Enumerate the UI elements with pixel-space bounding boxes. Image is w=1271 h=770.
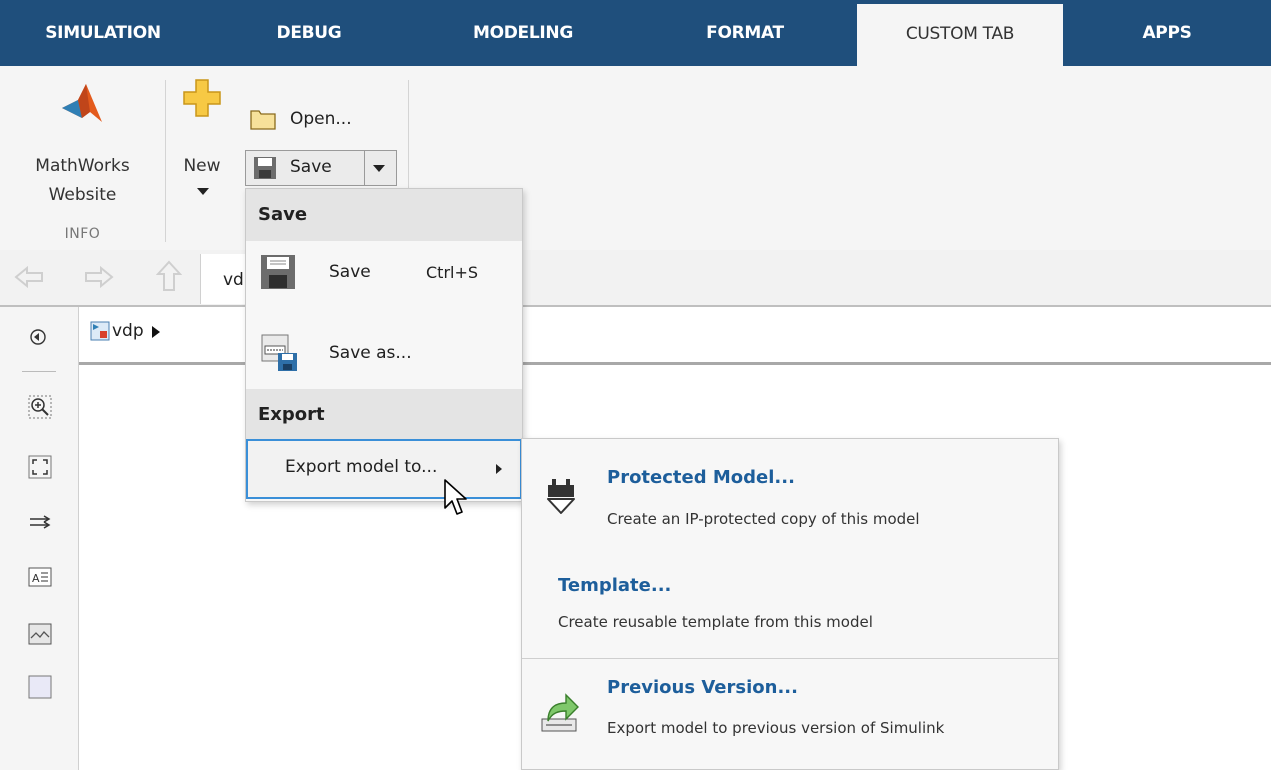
forward-arrow-icon[interactable] bbox=[84, 266, 114, 288]
template-title: Template... bbox=[558, 575, 672, 596]
export-item-label: Export model to... bbox=[285, 457, 438, 477]
mathworks-label-line1: MathWorks bbox=[35, 156, 130, 176]
annotation-icon[interactable]: A bbox=[28, 567, 52, 587]
info-section-label: INFO bbox=[64, 226, 101, 242]
protected-model-item[interactable]: Protected Model... Create an IP-protecte… bbox=[522, 439, 1058, 549]
toolstrip-divider-2 bbox=[408, 80, 409, 200]
breadcrumb-model[interactable]: vdp bbox=[112, 321, 144, 341]
new-button[interactable]: New bbox=[172, 66, 240, 216]
toolstrip-divider bbox=[165, 80, 166, 242]
open-label: Open... bbox=[290, 109, 352, 129]
back-arrow-icon[interactable] bbox=[14, 266, 44, 288]
svg-text:A: A bbox=[32, 572, 40, 585]
save-dropdown-menu: Save Save Ctrl+S Save as... Export Expor… bbox=[245, 188, 523, 502]
export-submenu: Protected Model... Create an IP-protecte… bbox=[521, 438, 1059, 770]
previous-version-icon bbox=[541, 693, 579, 732]
previous-version-desc: Export model to previous version of Simu… bbox=[607, 719, 945, 737]
save-as-menu-item[interactable]: Save as... bbox=[246, 325, 522, 383]
up-arrow-icon[interactable] bbox=[156, 260, 182, 292]
protected-model-title: Protected Model... bbox=[607, 467, 795, 488]
route-lines-icon[interactable] bbox=[28, 512, 52, 532]
protected-model-desc: Create an IP-protected copy of this mode… bbox=[607, 510, 920, 528]
mathworks-label-line2: Website bbox=[48, 185, 117, 205]
editor-palette: A bbox=[0, 307, 79, 770]
matlab-logo-icon bbox=[62, 84, 102, 122]
save-disk-icon bbox=[261, 255, 295, 289]
tab-apps[interactable]: APPS bbox=[1063, 0, 1271, 66]
model-tab-label: vd bbox=[223, 270, 244, 290]
hide-explorer-icon[interactable] bbox=[29, 328, 47, 346]
save-as-item-label: Save as... bbox=[329, 343, 412, 363]
export-model-to-menu-item[interactable]: Export model to... bbox=[246, 439, 522, 499]
save-split-button[interactable]: Save bbox=[245, 150, 397, 186]
chevron-down-icon bbox=[197, 188, 209, 195]
submenu-divider bbox=[522, 658, 1058, 659]
model-icon bbox=[90, 321, 110, 341]
chevron-right-icon[interactable] bbox=[151, 325, 161, 339]
palette-divider bbox=[22, 371, 56, 372]
ribbon-tab-bar: SIMULATION DEBUG MODELING FORMAT CUSTOM … bbox=[0, 0, 1271, 66]
zoom-in-icon[interactable] bbox=[28, 395, 52, 419]
tab-debug[interactable]: DEBUG bbox=[206, 0, 412, 66]
template-item[interactable]: Template... Create reusable template fro… bbox=[522, 559, 1058, 655]
mathworks-website-button[interactable]: MathWorks Website bbox=[0, 66, 165, 250]
folder-icon bbox=[250, 110, 276, 130]
fit-to-view-icon[interactable] bbox=[28, 455, 52, 479]
previous-version-title: Previous Version... bbox=[607, 677, 798, 698]
mouse-cursor-icon bbox=[444, 479, 467, 515]
tab-simulation[interactable]: SIMULATION bbox=[0, 0, 206, 66]
save-as-icon bbox=[261, 334, 297, 371]
tab-modeling[interactable]: MODELING bbox=[412, 0, 634, 66]
save-section-header: Save bbox=[246, 189, 522, 241]
save-menu-item[interactable]: Save Ctrl+S bbox=[246, 243, 522, 301]
save-disk-icon bbox=[254, 157, 276, 179]
submenu-arrow-icon bbox=[496, 464, 502, 474]
split-divider bbox=[364, 151, 365, 185]
image-icon[interactable] bbox=[28, 623, 52, 645]
tab-custom-tab[interactable]: CUSTOM TAB bbox=[857, 4, 1063, 66]
save-shortcut: Ctrl+S bbox=[426, 263, 479, 282]
open-button[interactable]: Open... bbox=[250, 104, 380, 138]
toolstrip: MathWorks Website INFO New Open... Save bbox=[0, 66, 1271, 251]
export-section-header: Export bbox=[246, 389, 522, 441]
previous-version-item[interactable]: Previous Version... Export model to prev… bbox=[522, 661, 1058, 767]
save-dropdown-arrow-icon[interactable] bbox=[372, 163, 386, 173]
new-plus-icon bbox=[183, 79, 221, 117]
area-icon[interactable] bbox=[28, 675, 52, 699]
navigation-bar: vd bbox=[0, 250, 1271, 307]
new-label: New bbox=[183, 156, 221, 176]
protected-model-icon bbox=[547, 479, 575, 514]
tab-format[interactable]: FORMAT bbox=[634, 0, 856, 66]
template-desc: Create reusable template from this model bbox=[558, 613, 873, 631]
save-label: Save bbox=[290, 157, 332, 177]
save-item-label: Save bbox=[329, 262, 371, 282]
